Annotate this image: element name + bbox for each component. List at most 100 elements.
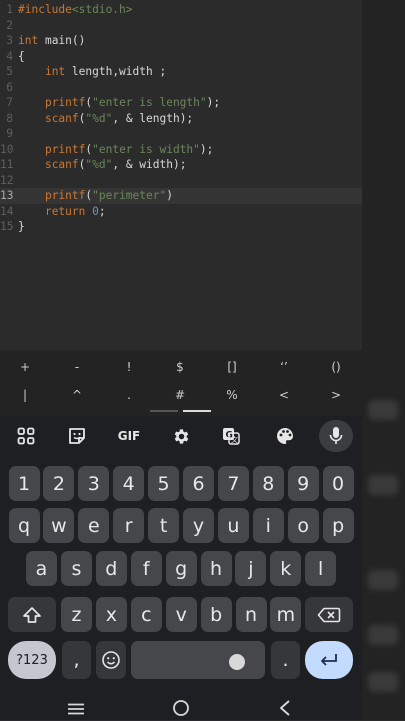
key-v[interactable]: v — [165, 597, 197, 632]
key-x[interactable]: x — [95, 597, 127, 632]
key-0[interactable]: 0 — [322, 466, 354, 501]
symbols-mode-key[interactable]: ?123 — [8, 641, 56, 679]
code-line[interactable]: 15} — [0, 219, 362, 235]
key-n[interactable]: n — [235, 597, 267, 632]
code-line[interactable]: 7 printf("enter is length"); — [0, 95, 362, 111]
code-line[interactable]: 5 int length,width ; — [0, 64, 362, 80]
symbol-key[interactable]: - — [52, 360, 102, 374]
emoji-key[interactable] — [96, 641, 126, 679]
code-text: return 0; — [44, 204, 106, 218]
line-number: 3 — [6, 34, 13, 47]
symbol-key[interactable]: # — [155, 388, 205, 402]
line-number: 1 — [6, 3, 13, 16]
key-1[interactable]: 1 — [8, 466, 40, 501]
key-t[interactable]: t — [148, 508, 180, 543]
symbol-key[interactable]: + — [0, 360, 50, 374]
key-j[interactable]: j — [235, 551, 267, 586]
translate-icon[interactable]: G文 — [214, 420, 248, 452]
symbol-key[interactable]: [] — [207, 360, 257, 374]
code-line[interactable]: 13 printf("perimeter") — [0, 188, 362, 204]
key-b[interactable]: b — [200, 597, 232, 632]
code-line[interactable]: 10 printf("enter is width"); — [0, 142, 362, 158]
key-f[interactable]: f — [130, 551, 162, 586]
microphone-icon[interactable] — [319, 420, 353, 452]
key-y[interactable]: y — [183, 508, 214, 543]
code-line[interactable]: 6 — [0, 80, 362, 96]
key-6[interactable]: 6 — [183, 466, 214, 501]
key-u[interactable]: u — [217, 508, 249, 543]
code-text: #include<stdio.h> — [18, 3, 133, 16]
period-key[interactable]: . — [271, 641, 300, 679]
key-8[interactable]: 8 — [252, 466, 284, 501]
palette-icon[interactable] — [268, 420, 302, 452]
recents-icon[interactable] — [66, 701, 86, 715]
key-g[interactable]: g — [165, 551, 197, 586]
code-line[interactable]: 14 return 0; — [0, 204, 362, 220]
code-text: int length,width ; — [44, 65, 167, 78]
code-editor[interactable]: 1 #include<stdio.h> 2 3 int main() 4{5 int le… — [0, 0, 362, 350]
key-2[interactable]: 2 — [43, 466, 75, 501]
key-c[interactable]: c — [130, 597, 162, 632]
settings-gear-icon[interactable] — [164, 420, 198, 452]
key-3[interactable]: 3 — [78, 466, 110, 501]
backspace-key[interactable] — [305, 597, 353, 632]
key-a[interactable]: a — [26, 551, 57, 586]
blurred-background — [368, 400, 398, 420]
system-navigation-bar — [0, 695, 362, 720]
enter-key[interactable] — [305, 641, 353, 679]
symbol-key[interactable]: $ — [155, 360, 205, 374]
code-line[interactable]: 2 — [0, 18, 362, 34]
code-line[interactable]: 9 — [0, 126, 362, 142]
code-line[interactable]: 8 scanf("%d", & length); — [0, 111, 362, 127]
space-cursor-handle-icon — [229, 654, 245, 670]
key-5[interactable]: 5 — [148, 466, 180, 501]
code-line[interactable]: 11 scanf("%d", & width); — [0, 157, 362, 173]
line-number: 8 — [6, 111, 13, 125]
symbol-key[interactable]: ‘’ — [259, 360, 309, 374]
key-e[interactable]: e — [78, 508, 110, 543]
back-icon[interactable] — [278, 699, 292, 717]
symbol-key[interactable]: > — [311, 388, 361, 402]
code-text: { — [18, 49, 25, 63]
symbol-key[interactable]: () — [311, 360, 361, 374]
blurred-background — [368, 570, 398, 590]
gif-icon[interactable]: GIF — [110, 420, 148, 452]
key-w[interactable]: w — [43, 508, 75, 543]
key-q[interactable]: q — [8, 508, 40, 543]
key-z[interactable]: z — [61, 597, 92, 632]
key-l[interactable]: l — [305, 551, 337, 586]
key-9[interactable]: 9 — [287, 466, 319, 501]
code-line[interactable]: 4{ — [0, 49, 362, 65]
key-o[interactable]: o — [287, 508, 319, 543]
key-m[interactable]: m — [270, 597, 302, 632]
sticker-icon[interactable] — [60, 420, 94, 452]
apps-grid-icon[interactable] — [10, 420, 42, 452]
code-line[interactable]: 12 — [0, 173, 362, 189]
symbol-key[interactable]: % — [207, 388, 257, 402]
symbol-key[interactable]: . — [104, 388, 154, 402]
line-number: 7 — [6, 96, 13, 109]
code-line[interactable]: 1 #include<stdio.h> — [0, 2, 362, 18]
svg-text:文: 文 — [231, 435, 238, 444]
key-d[interactable]: d — [95, 551, 127, 586]
key-p[interactable]: p — [322, 508, 354, 543]
code-text: printf("enter is length"); — [44, 96, 221, 109]
code-line[interactable]: 3 int main() — [0, 33, 362, 49]
key-h[interactable]: h — [200, 551, 232, 586]
key-r[interactable]: r — [113, 508, 145, 543]
key-4[interactable]: 4 — [113, 466, 145, 501]
space-key[interactable] — [131, 641, 265, 679]
symbol-key[interactable]: ^ — [52, 388, 102, 402]
key-s[interactable]: s — [60, 551, 92, 586]
blurred-background — [368, 475, 398, 495]
home-icon[interactable] — [172, 699, 190, 717]
key-k[interactable]: k — [270, 551, 302, 586]
key-7[interactable]: 7 — [217, 466, 249, 501]
symbol-key[interactable]: < — [259, 388, 309, 402]
key-i[interactable]: i — [252, 508, 284, 543]
comma-key[interactable]: , — [62, 641, 91, 679]
line-number: 5 — [6, 65, 13, 78]
symbol-key[interactable]: ! — [104, 360, 154, 374]
symbol-key[interactable]: | — [0, 388, 50, 402]
shift-key[interactable] — [8, 597, 56, 632]
